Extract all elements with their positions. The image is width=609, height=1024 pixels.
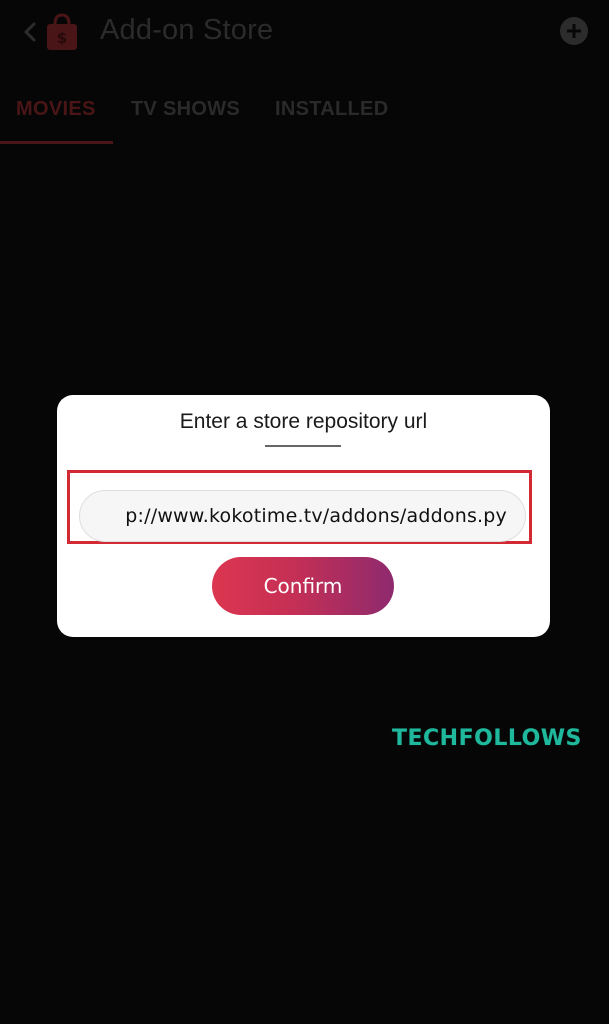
chevron-left-icon[interactable]	[20, 20, 40, 44]
title-divider	[265, 445, 341, 447]
confirm-button[interactable]: Confirm	[212, 557, 394, 615]
active-tab-indicator	[0, 141, 113, 144]
plus-circle-icon[interactable]	[559, 16, 589, 46]
tab-tv-shows[interactable]: TV SHOWS	[131, 98, 240, 121]
tab-bar: MOVIES TV SHOWS INSTALLED	[0, 90, 609, 146]
shopping-bag-icon: $	[47, 13, 77, 50]
techfollows-watermark: TECHFOLLOWS	[392, 726, 582, 751]
tab-movies[interactable]: MOVIES	[16, 98, 96, 121]
dialog-title: Enter a store repository url	[179, 410, 428, 433]
page-title: Add-on Store	[100, 14, 274, 46]
svg-text:$: $	[57, 29, 67, 47]
app-screen: $ Add-on Store MOVIES TV SHOWS INSTALLED…	[0, 0, 609, 1024]
tab-installed[interactable]: INSTALLED	[275, 98, 388, 121]
repository-url-dialog: Enter a store repository url Confirm	[57, 395, 550, 637]
repository-url-input[interactable]	[79, 490, 526, 542]
app-header: $ Add-on Store	[0, 0, 609, 64]
